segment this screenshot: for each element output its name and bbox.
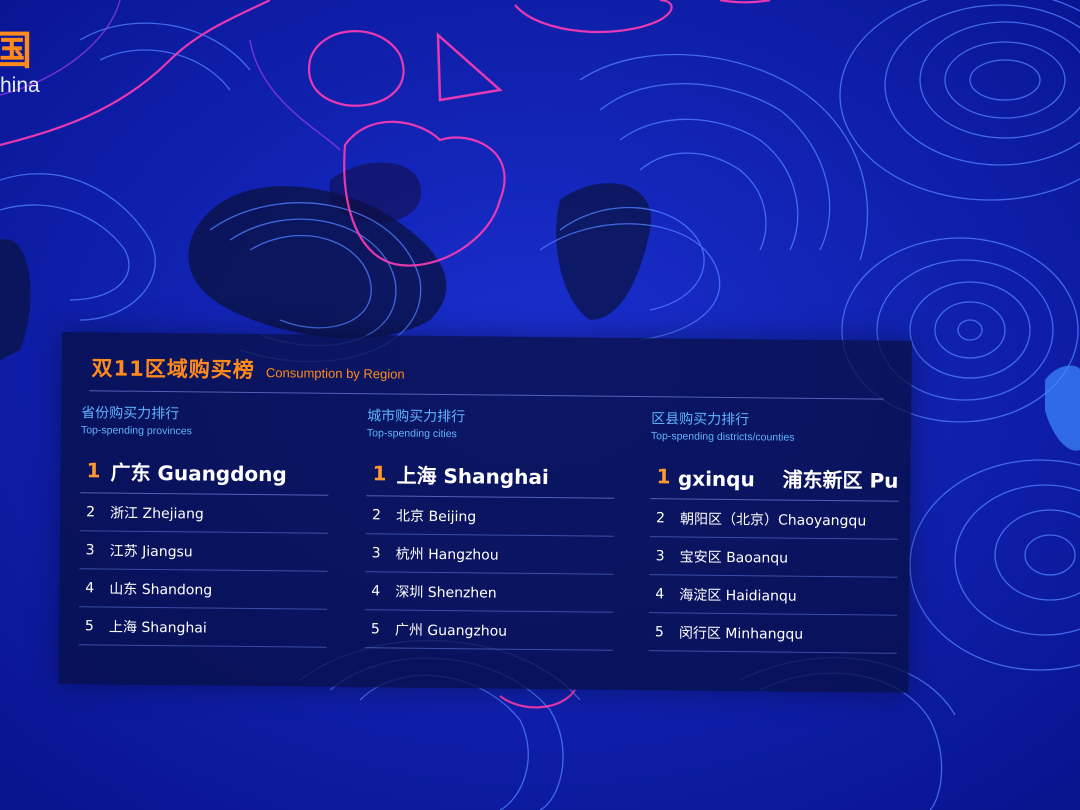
rank-number: 2 xyxy=(656,509,666,526)
rank-number: 1 xyxy=(656,464,671,489)
rank-number: 4 xyxy=(85,579,95,596)
ranking-row: 1 上海 Shanghai xyxy=(366,451,615,499)
ranking-name: 上海 Shanghai xyxy=(108,619,207,637)
ranking-row: 1 gxinqu 浦东新区 Pu xyxy=(650,454,899,502)
ranking-row: 5 广州 Guangzhou xyxy=(364,610,614,651)
rank-number: 2 xyxy=(86,503,96,520)
column-title: 省份购买力排行 xyxy=(81,405,180,423)
ranking-row: 3 宝安区 Baoanqu xyxy=(649,537,898,578)
ranking-row: 5 上海 Shanghai xyxy=(78,607,328,648)
ranking-name: 江苏 Jiangsu xyxy=(109,543,193,560)
ranking-row: 1 广东 Guangdong xyxy=(80,448,329,496)
header-subtitle: hina xyxy=(0,74,40,97)
panel-divider xyxy=(89,390,884,400)
rank-number: 5 xyxy=(654,623,664,640)
panel-title: 双11区域购买榜 Consumption by Region xyxy=(91,352,404,385)
ranking-name: 北京 Beijing xyxy=(396,508,477,525)
ranking-name: 山东 Shandong xyxy=(109,581,213,599)
rank-number: 1 xyxy=(372,461,387,486)
ranking-row: 2 北京 Beijing xyxy=(365,496,615,537)
rank-number: 4 xyxy=(371,582,381,599)
rank-number: 3 xyxy=(655,547,665,564)
ranking-name: 上海 Shanghai xyxy=(396,463,549,489)
column-subtitle: Top-spending districts/counties xyxy=(650,430,795,444)
ranking-name: 宝安区 Baoanqu xyxy=(679,548,789,567)
cities-ranking-column: 城市购买力排行 Top-spending cities 1 上海 Shanghai… xyxy=(364,405,616,651)
ranking-name: 闵行区 Minhangqu xyxy=(678,624,804,643)
ranking-row: 2 浙江 Zhejiang xyxy=(79,493,329,534)
rank-number: 4 xyxy=(655,585,665,602)
ranking-name: 海淀区 Haidianqu xyxy=(679,586,797,605)
ranking-row: 3 江苏 Jiangsu xyxy=(79,531,328,572)
rank-number: 3 xyxy=(371,544,381,561)
ranking-name: 广州 Guangzhou xyxy=(394,622,508,640)
panel-title-en: Consumption by Region xyxy=(265,365,405,382)
rank-number: 3 xyxy=(85,541,95,558)
column-subtitle: Top-spending provinces xyxy=(80,424,192,438)
districts-ranking-column: 区县购买力排行 Top-spending districts/counties … xyxy=(648,408,900,654)
provinces-ranking-column: 省份购买力排行 Top-spending provinces 1 广东 Guang… xyxy=(78,402,330,648)
rank-number: 1 xyxy=(86,458,101,483)
ranking-name: 浙江 Zhejiang xyxy=(110,505,204,522)
ranking-name: gxinqu 浦东新区 Pu xyxy=(677,465,899,493)
ranking-row: 5 闵行区 Minhangqu xyxy=(648,613,898,654)
ranking-row: 2 朝阳区（北京）Chaoyangqu xyxy=(649,499,899,540)
ranking-name: 杭州 Hangzhou xyxy=(395,546,499,564)
column-title: 城市购买力排行 xyxy=(367,408,466,426)
column-subtitle: Top-spending cities xyxy=(366,427,457,441)
ranking-row: 4 深圳 Shenzhen xyxy=(365,572,614,613)
ranking-row: 3 杭州 Hangzhou xyxy=(365,534,614,575)
rank-number: 2 xyxy=(372,506,382,523)
ranking-name: 朝阳区（北京）Chaoyangqu xyxy=(679,510,867,529)
rank-number: 5 xyxy=(84,617,94,634)
column-title: 区县购买力排行 xyxy=(651,411,750,429)
rank-number: 5 xyxy=(370,620,380,637)
ranking-row: 4 山东 Shandong xyxy=(79,569,328,610)
header-title-char: 国 xyxy=(0,28,34,74)
ranking-name: 深圳 Shenzhen xyxy=(395,584,497,602)
consumption-by-region-panel: 双11区域购买榜 Consumption by Region 省份购买力排行 T… xyxy=(58,332,912,693)
ranking-name: 广东 Guangdong xyxy=(110,460,287,486)
panel-title-zh: 双11区域购买榜 xyxy=(91,356,255,383)
ranking-row: 4 海淀区 Haidianqu xyxy=(649,575,898,616)
